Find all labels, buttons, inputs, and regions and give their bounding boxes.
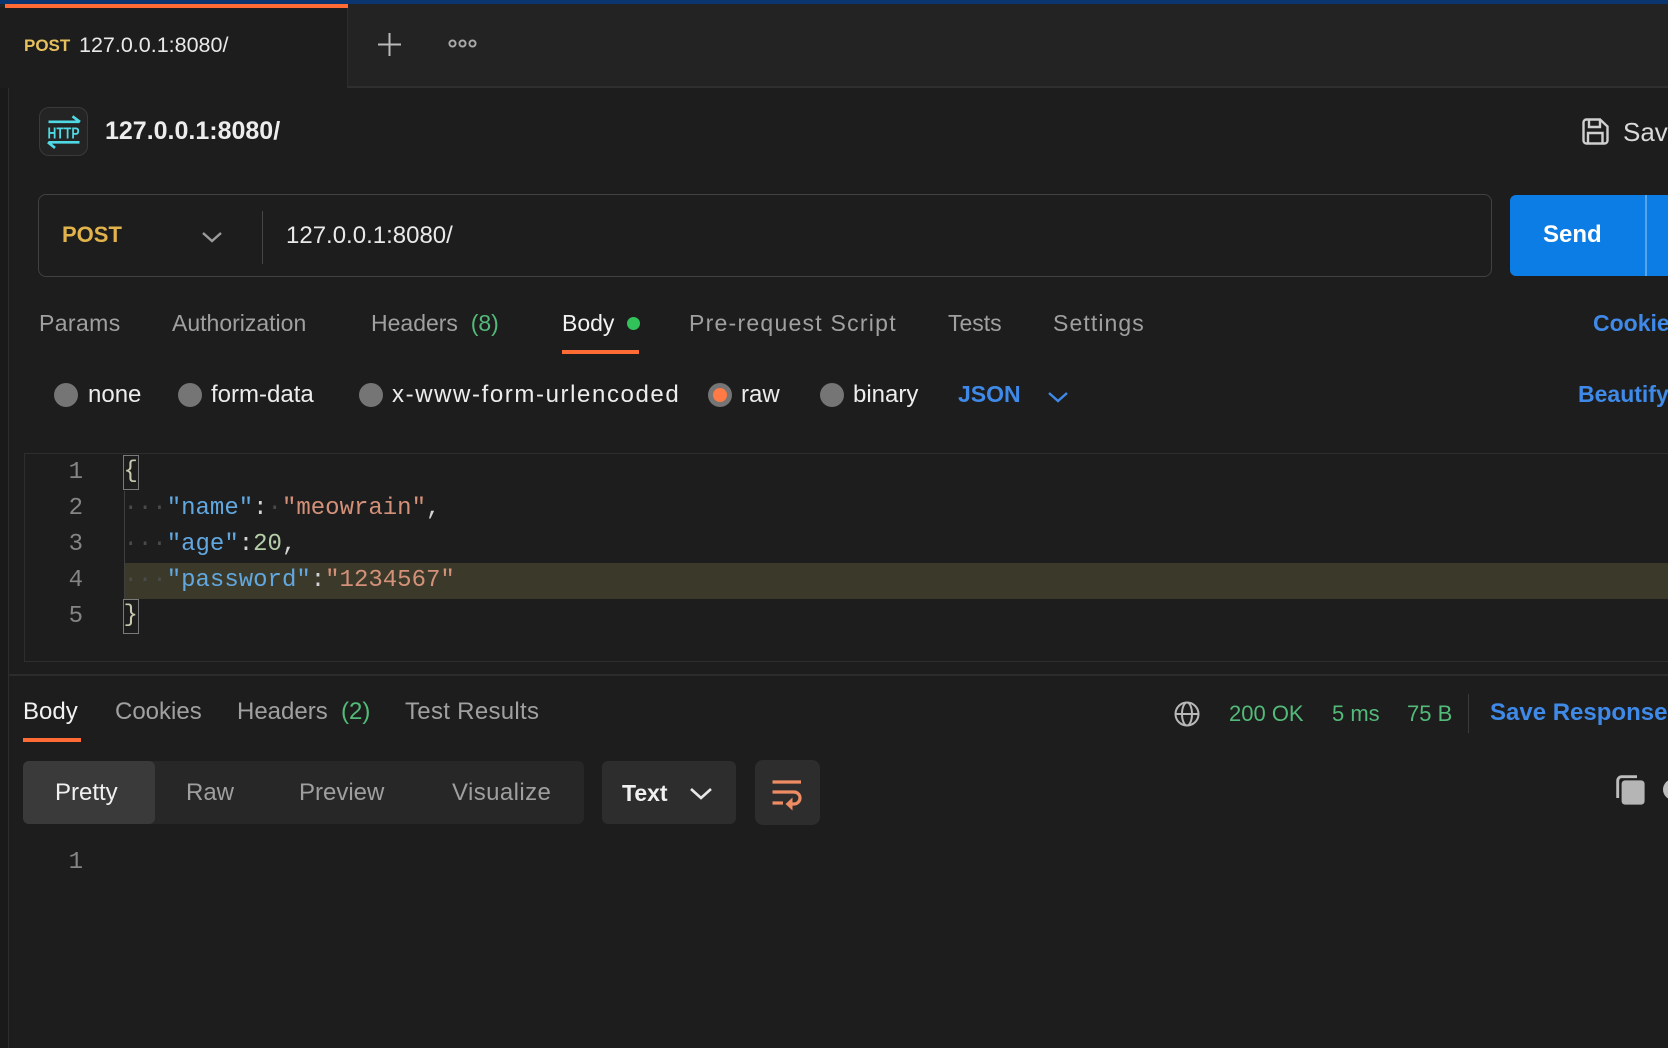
svg-text:HTTP: HTTP [48,126,80,143]
